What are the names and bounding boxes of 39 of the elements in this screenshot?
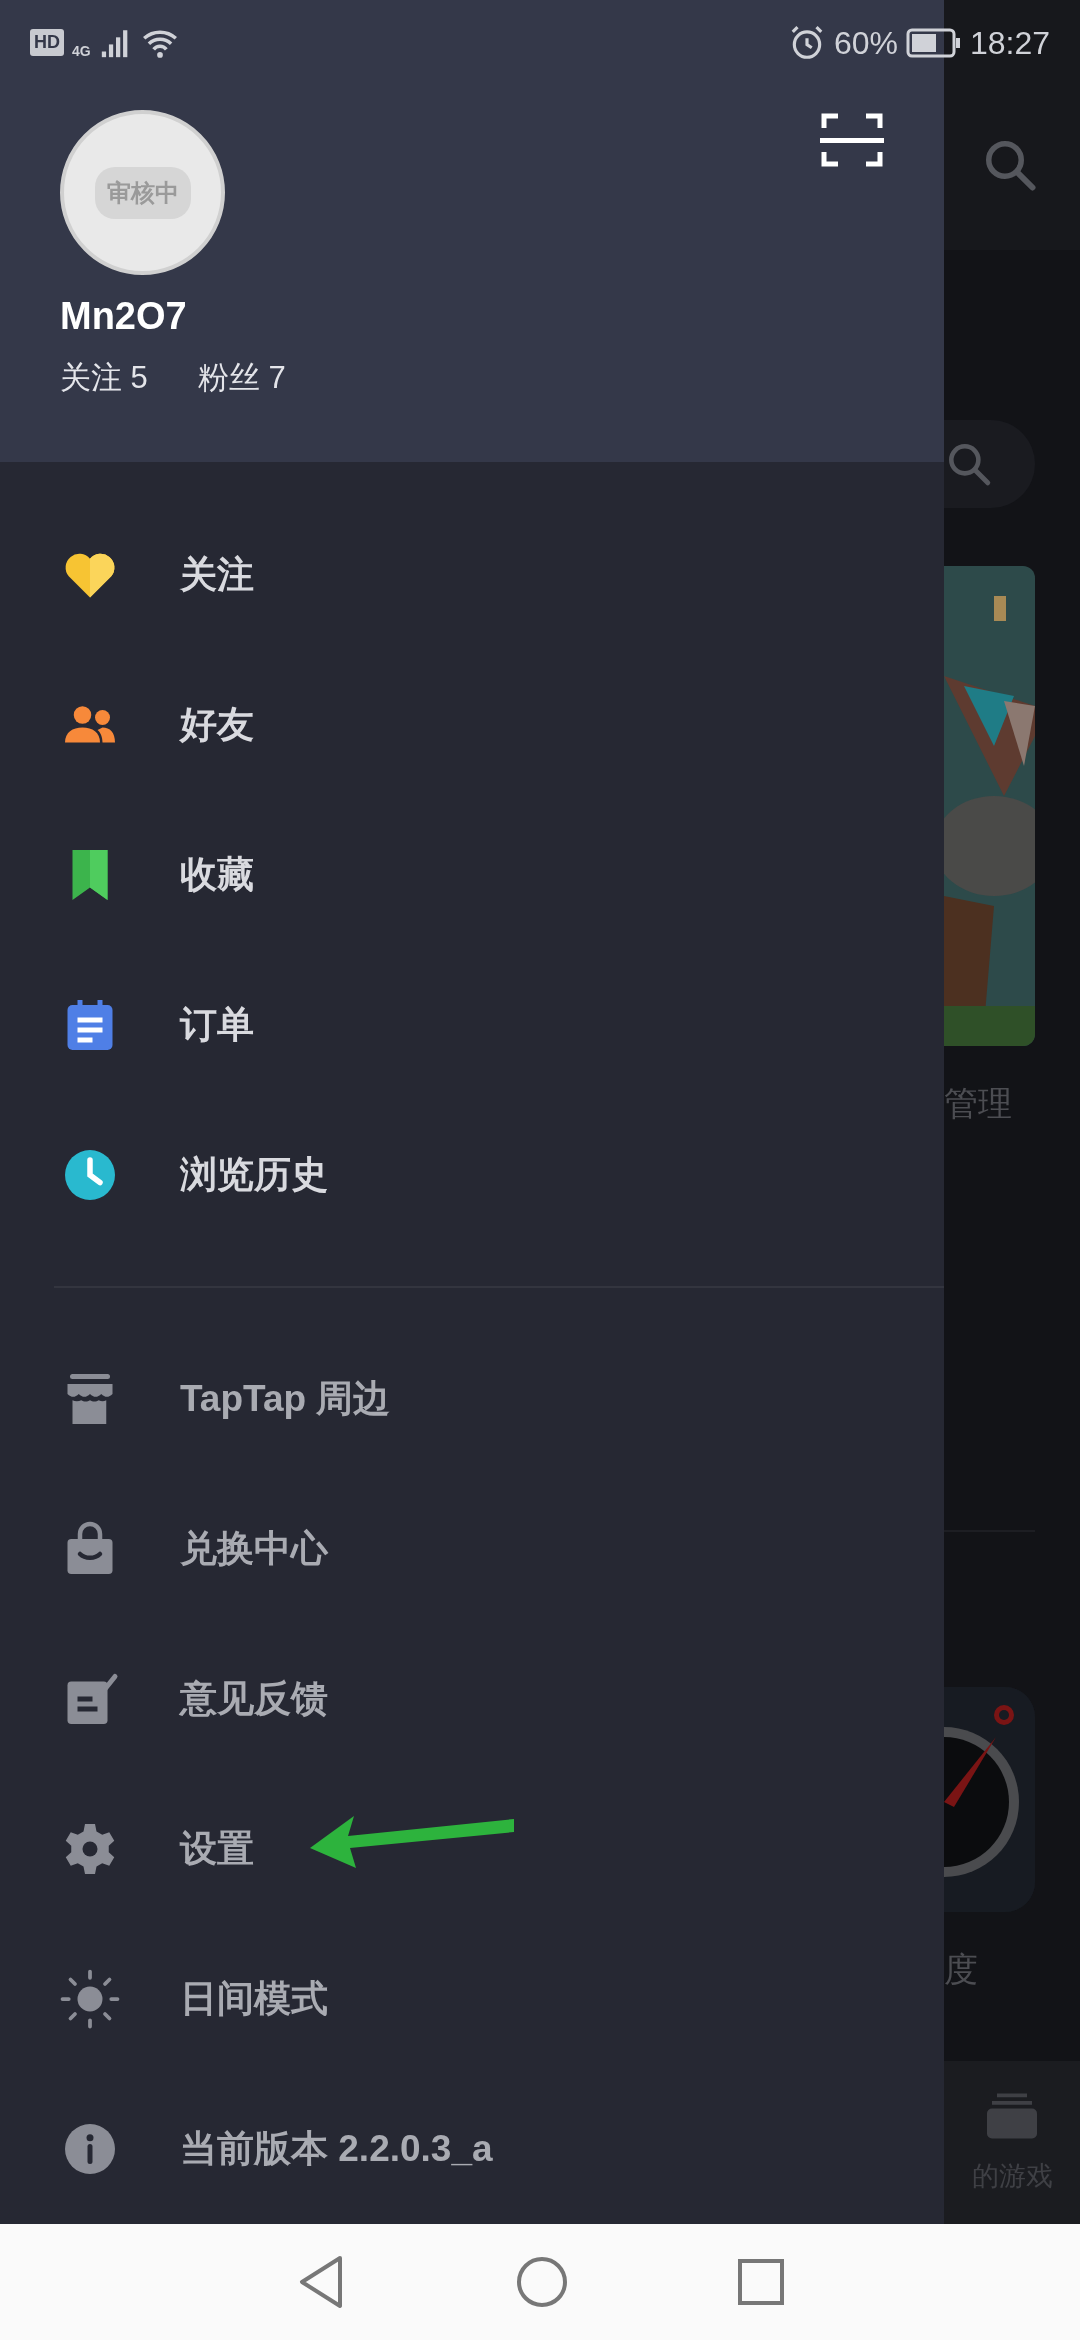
menu-item[interactable]: TapTap 周边 <box>0 1324 944 1474</box>
menu-label: 好友 <box>180 703 254 748</box>
menu-item[interactable]: 当前版本 2.2.0.3_a <box>0 2074 944 2224</box>
menu-label: 日间模式 <box>180 1977 328 2022</box>
battery-icon <box>905 27 962 58</box>
menu-item[interactable]: 兑换中心 <box>0 1474 944 1624</box>
sun-icon <box>60 1969 120 2029</box>
search-field[interactable] <box>944 420 1035 508</box>
menu-item[interactable]: 好友 <box>0 650 944 800</box>
hd-badge: HD <box>30 29 64 56</box>
recents-icon <box>738 2259 784 2305</box>
avatar-review-label: 审核中 <box>94 166 191 219</box>
menu-label: 浏览历史 <box>180 1153 328 1198</box>
menu-item[interactable]: 浏览历史 <box>0 1100 944 1250</box>
menu-label: 收藏 <box>180 853 254 898</box>
following-count[interactable]: 关注 5 <box>60 354 148 401</box>
followers-count[interactable]: 粉丝 7 <box>197 354 286 401</box>
menu-label: TapTap 周边 <box>180 1377 391 1422</box>
clock-time: 18:27 <box>969 23 1050 63</box>
menu-item[interactable]: 意见反馈 <box>0 1624 944 1774</box>
home-icon <box>516 2256 568 2308</box>
home-button[interactable] <box>516 2256 568 2308</box>
menu-item[interactable]: 设置 <box>0 1774 944 1924</box>
menu-label: 当前版本 2.2.0.3_a <box>180 2127 493 2172</box>
user-name: Mn2O7 <box>60 294 188 339</box>
menu-label: 关注 <box>180 553 254 598</box>
menu-label: 订单 <box>180 1003 254 1048</box>
menu-label: 兑换中心 <box>180 1527 328 1572</box>
recents-button[interactable] <box>738 2259 784 2305</box>
network-label: 4G <box>72 42 91 61</box>
menu-item[interactable]: 订单 <box>0 950 944 1100</box>
menu-item[interactable]: 关注 <box>0 500 944 650</box>
menu-item[interactable]: 收藏 <box>0 800 944 950</box>
game-title: 度 <box>944 1952 979 1986</box>
menu-item[interactable]: 日间模式 <box>0 1924 944 2074</box>
menu-label: 意见反馈 <box>180 1677 328 1722</box>
menu-label: 设置 <box>180 1827 254 1872</box>
battery-percent: 60% <box>833 23 898 63</box>
manage-label: 管理 <box>944 1086 1013 1120</box>
